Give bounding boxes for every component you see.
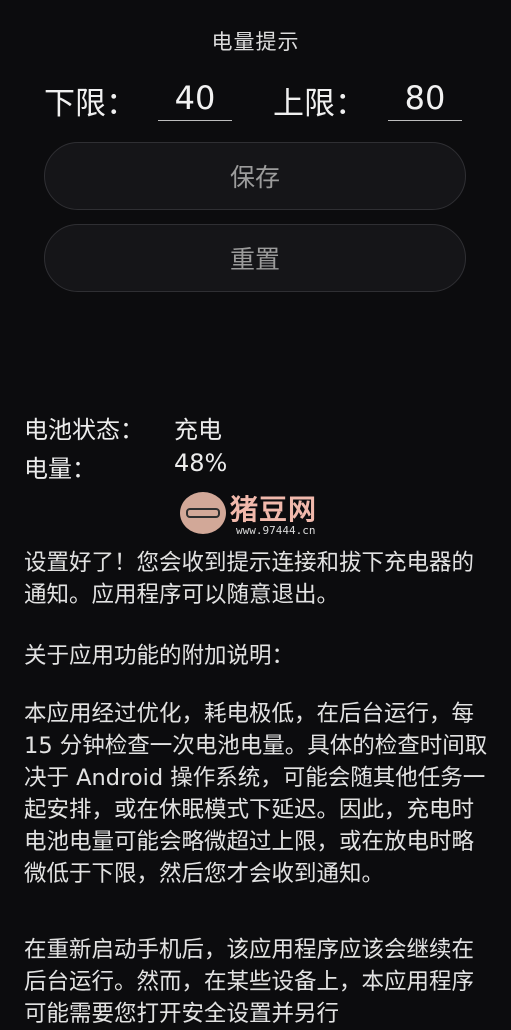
info-paragraph-setup: 设置好了！您会收到提示连接和拔下充电器的通知。应用程序可以随意退出。	[24, 550, 475, 608]
battery-level-label: 电量：	[24, 455, 96, 483]
upper-limit-label: 上限：	[273, 86, 366, 122]
watermark-logo: 猪豆网 www.97444.cn	[180, 488, 340, 540]
lower-limit-input[interactable]	[158, 76, 232, 121]
reset-button[interactable]: 重置	[44, 224, 466, 292]
save-button[interactable]: 保存	[44, 142, 466, 210]
battery-level-value: 48%	[174, 449, 228, 477]
info-paragraph-optimization: 本应用经过优化，耗电极低，在后台运行，每 15 分钟检查一次电池电量。具体的检查…	[24, 701, 488, 887]
watermark-url: www.97444.cn	[236, 524, 316, 537]
pig-face-icon	[180, 492, 226, 534]
info-paragraph-heading: 关于应用功能的附加说明：	[24, 643, 295, 669]
lower-limit-label: 下限：	[44, 86, 137, 122]
battery-state-label: 电池状态：	[24, 416, 144, 444]
info-paragraph-restart: 在重新启动手机后，该应用程序应该会继续在后台运行。然而，在某些设备上，本应用程序…	[24, 937, 475, 1027]
limits-row: 下限： 上限：	[0, 76, 511, 126]
page-title: 电量提示	[211, 30, 300, 54]
upper-limit-input[interactable]	[388, 76, 462, 121]
battery-state-value: 充电	[174, 416, 222, 444]
watermark-text: 猪豆网	[230, 493, 318, 526]
glasses-icon	[186, 508, 220, 518]
